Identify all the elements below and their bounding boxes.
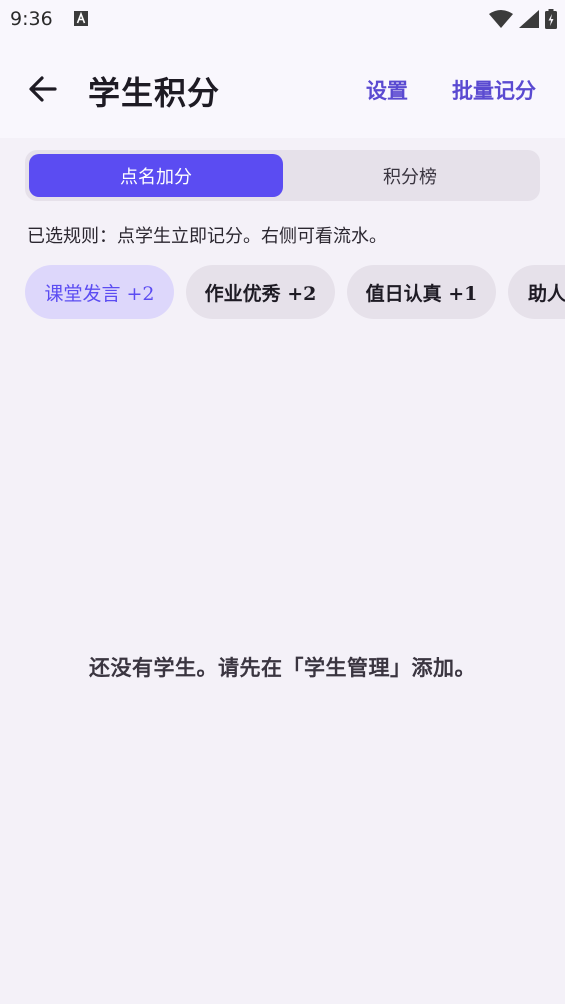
rule-chip[interactable]: 作业优秀 +2 [186,265,335,319]
wifi-icon [489,10,513,28]
tab-leaderboard[interactable]: 积分榜 [285,154,535,197]
arrow-left-icon [29,76,57,102]
selected-rule-hint: 已选规则：点学生立即记分。右侧可看流水。 [27,226,387,247]
batch-score-button[interactable]: 批量记分 [452,75,536,105]
battery-charging-icon [545,9,557,29]
page-title: 学生积分 [88,74,221,112]
status-bar: 9:36 [0,0,565,38]
segmented-tabs: 点名加分 积分榜 [25,150,540,201]
tab-roll-call-score[interactable]: 点名加分 [29,154,283,197]
rule-chip[interactable]: 助人 [508,265,565,319]
settings-button[interactable]: 设置 [366,75,408,105]
rule-chip[interactable]: 值日认真 +1 [347,265,496,319]
status-time: 9:36 [10,8,53,30]
text-a-icon [74,11,88,26]
rule-chips: 课堂发言 +2 作业优秀 +2 值日认真 +1 助人 [25,265,565,321]
app-bar: 学生积分 设置 批量记分 [0,38,565,138]
empty-state-message: 还没有学生。请先在「学生管理」添加。 [89,655,476,680]
status-icons [489,8,557,30]
rule-chip[interactable]: 课堂发言 +2 [25,265,174,319]
back-button[interactable] [20,68,66,110]
signal-icon [519,10,539,28]
